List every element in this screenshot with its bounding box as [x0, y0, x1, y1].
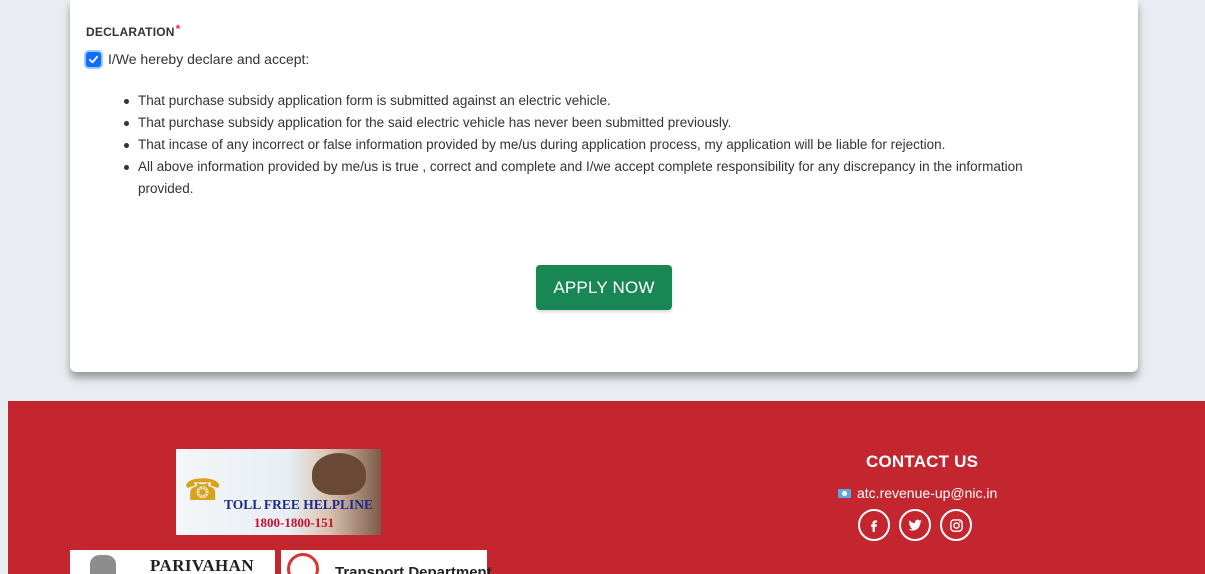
- accept-checkbox[interactable]: [86, 51, 101, 67]
- declaration-card: DECLARATION* I/We hereby declare and acc…: [70, 0, 1138, 372]
- mail-icon: [838, 488, 851, 498]
- helpline-number: 1800-1800-151: [254, 515, 335, 530]
- declaration-heading: DECLARATION*: [86, 22, 181, 39]
- declaration-points: That purchase subsidy application form i…: [124, 90, 1078, 200]
- parivahan-logo-text: PARIVAHAN: [150, 556, 255, 574]
- declaration-title: DECLARATION: [86, 25, 175, 39]
- apply-now-button[interactable]: APPLY NOW: [536, 265, 672, 310]
- contact-email-text[interactable]: atc.revenue-up@nic.in: [857, 485, 997, 501]
- accept-row[interactable]: I/We hereby declare and accept:: [86, 51, 309, 67]
- accept-label[interactable]: I/We hereby declare and accept:: [108, 51, 309, 67]
- national-emblem-icon: [90, 555, 116, 574]
- headset-agent-icon: [312, 453, 366, 495]
- transport-seal-icon: [287, 553, 319, 574]
- declaration-point: That purchase subsidy application form i…: [124, 90, 1078, 112]
- telephone-icon: ☎: [184, 474, 222, 507]
- facebook-icon[interactable]: [858, 509, 890, 541]
- contact-email[interactable]: atc.revenue-up@nic.in: [838, 485, 997, 501]
- social-links: [858, 509, 972, 541]
- instagram-icon[interactable]: [940, 509, 972, 541]
- twitter-icon[interactable]: [899, 509, 931, 541]
- transport-department-logo[interactable]: Transport Department: [281, 550, 492, 574]
- footer: ☎ TOLL FREE HELPLINE 1800-1800-151 PARIV…: [8, 401, 1205, 574]
- declaration-point: That incase of any incorrect or false in…: [124, 134, 1078, 156]
- declaration-point: All above information provided by me/us …: [124, 156, 1078, 200]
- toll-free-helpline-banner[interactable]: ☎ TOLL FREE HELPLINE 1800-1800-151: [176, 449, 381, 535]
- transport-logo-text: Transport Department: [335, 564, 492, 574]
- helpline-title: TOLL FREE HELPLINE: [224, 497, 374, 512]
- declaration-point: That purchase subsidy application for th…: [124, 112, 1078, 134]
- parivahan-logo[interactable]: PARIVAHAN: [70, 550, 275, 574]
- check-icon: [88, 55, 99, 63]
- contact-us-heading: CONTACT US: [866, 452, 979, 471]
- required-mark: *: [175, 22, 181, 36]
- page: DECLARATION* I/We hereby declare and acc…: [0, 0, 1205, 574]
